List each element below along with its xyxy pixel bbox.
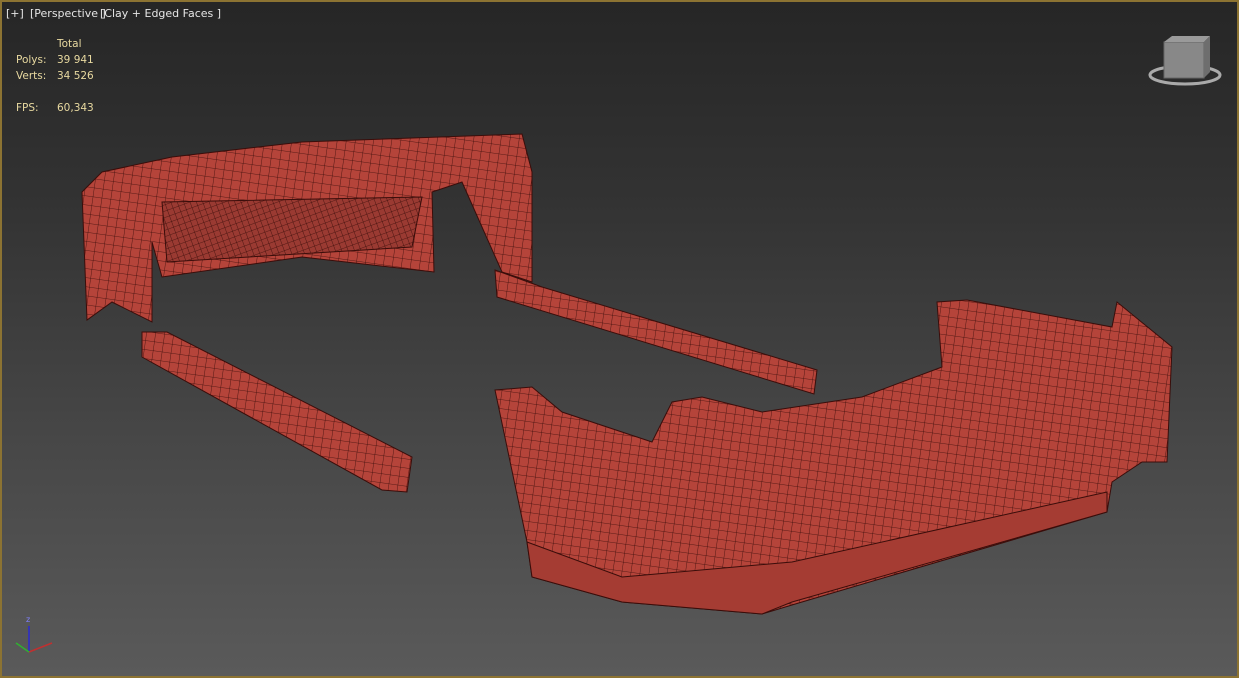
stats-header: Total [57, 38, 82, 50]
viewcube[interactable] [1148, 36, 1222, 86]
view-label-button[interactable]: [Perspective ] [30, 7, 106, 20]
scene-canvas[interactable] [2, 2, 1237, 676]
z-axis-label: z [26, 615, 31, 624]
polys-label: Polys: [16, 54, 47, 66]
left-side-skirt-mesh[interactable] [141, 331, 413, 493]
viewport-menu-button[interactable]: [+] [6, 7, 24, 20]
shading-mode-button[interactable]: [Clay + Edged Faces ] [100, 7, 221, 20]
fps-value: 60,343 [57, 102, 94, 114]
verts-label: Verts: [16, 70, 47, 82]
axis-gizmo [15, 626, 53, 653]
verts-value: 34 526 [57, 70, 94, 82]
polys-value: 39 941 [57, 54, 94, 66]
perspective-viewport[interactable]: [+] [Perspective ] [Clay + Edged Faces ]… [0, 0, 1239, 678]
fps-label: FPS: [16, 102, 39, 114]
right-side-skirt-mesh[interactable] [494, 269, 818, 395]
